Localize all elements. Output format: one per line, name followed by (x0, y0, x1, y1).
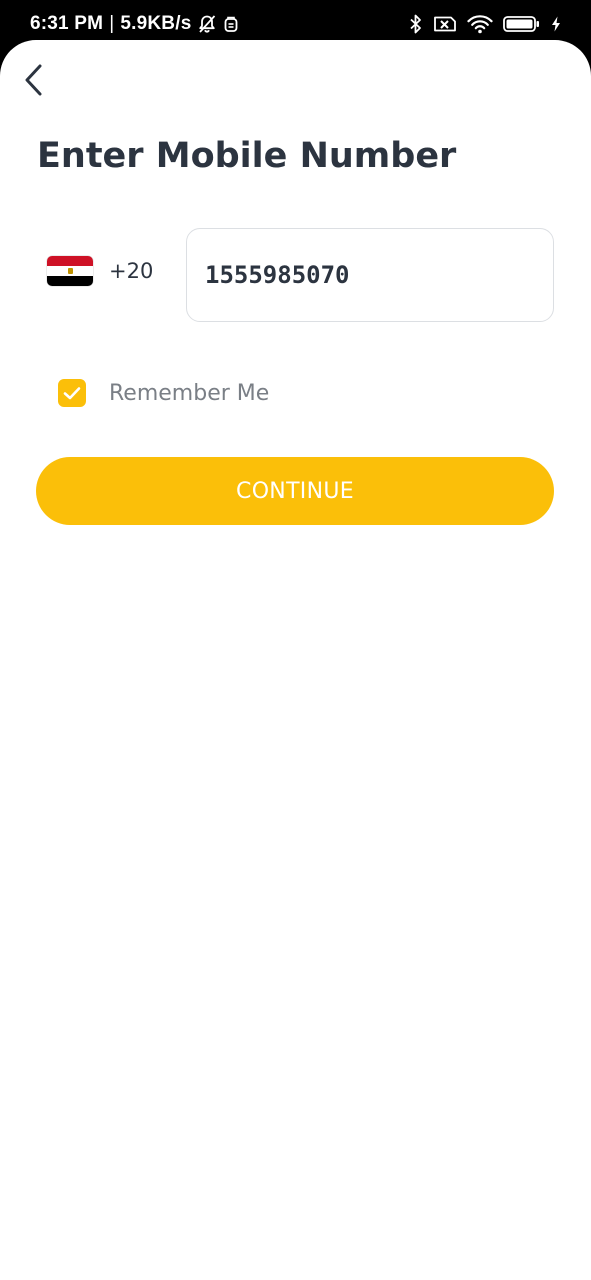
no-sim-icon (433, 14, 457, 38)
login-screen: Enter Mobile Number +20 Remember Me CONT… (0, 40, 591, 1280)
status-right (409, 13, 561, 39)
back-button[interactable] (14, 62, 54, 102)
charging-icon (551, 16, 561, 36)
continue-button[interactable]: CONTINUE (36, 457, 554, 525)
mobile-number-input[interactable] (186, 228, 554, 322)
wifi-icon (467, 14, 493, 38)
bluetooth-icon (409, 13, 423, 39)
remember-me-label: Remember Me (109, 380, 270, 406)
notification-icon (223, 15, 239, 33)
page-title: Enter Mobile Number (37, 136, 457, 176)
dial-code: +20 (109, 259, 154, 283)
chevron-left-icon (23, 63, 45, 101)
network-speed: 5.9KB/s (120, 13, 192, 34)
egypt-flag-icon (47, 256, 93, 286)
status-time: 6:31 PM (30, 13, 104, 34)
battery-icon (503, 14, 541, 38)
status-left: 6:31 PM | 5.9KB/s (30, 13, 239, 35)
country-code-selector[interactable]: +20 (47, 254, 153, 288)
status-separator: | (109, 13, 115, 34)
remember-me-checkbox[interactable] (58, 379, 86, 407)
remember-me-row[interactable]: Remember Me (58, 379, 269, 407)
checkmark-icon (63, 387, 81, 400)
bell-off-icon (197, 14, 217, 34)
